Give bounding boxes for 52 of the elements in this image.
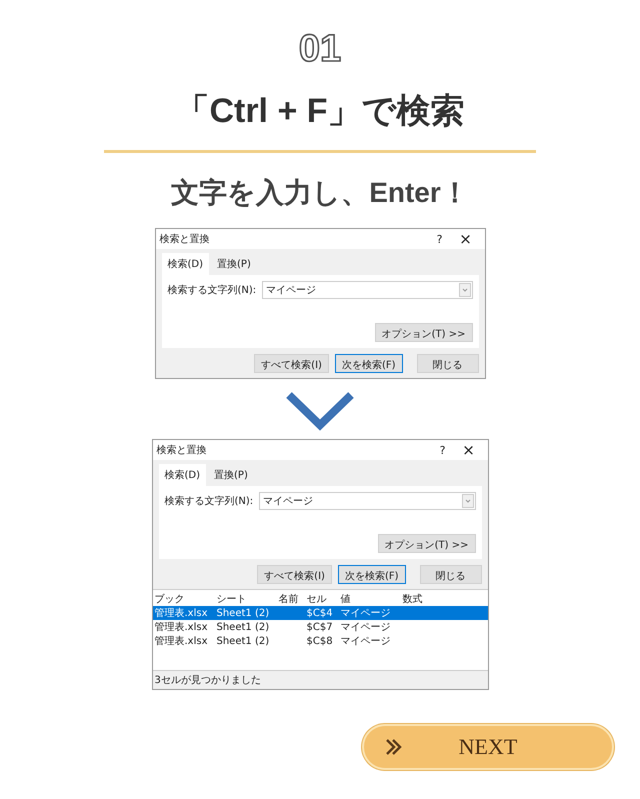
next-button[interactable]: NEXT [362, 724, 614, 770]
dropdown-icon[interactable] [458, 283, 470, 297]
table-cell: Sheet1 (2) [216, 622, 270, 632]
dialog-button[interactable]: 次を検索(F) [338, 565, 406, 584]
table-cell: マイページ [340, 608, 390, 619]
double-chevron-icon [384, 737, 404, 757]
dropdown-icon[interactable] [462, 494, 474, 508]
tab[interactable]: 置換(P) [208, 464, 254, 486]
table-cell: 管理表.xlsx [154, 636, 208, 647]
table-cell: マイページ [340, 622, 390, 633]
options-button[interactable]: オプション(T) >> [378, 534, 476, 553]
status-text: 3セルが見つかりました [152, 670, 488, 689]
help-button[interactable]: ? [430, 444, 456, 456]
result-row[interactable]: 管理表.xlsx Sheet1 (2) $C$8 マイページ [152, 634, 488, 648]
dialog-button[interactable]: 閉じる [420, 565, 482, 584]
column-header: シート [216, 593, 248, 606]
close-button[interactable]: × [456, 441, 482, 459]
table-cell: Sheet1 (2) [216, 608, 270, 618]
help-button[interactable]: ? [426, 232, 452, 246]
slide-subtitle: 文字を入力し、Enter！ [171, 176, 469, 210]
table-cell: 管理表.xlsx [154, 622, 208, 633]
field-label: 検索する文字列(N): [164, 494, 254, 508]
step-number: 01 [298, 28, 342, 70]
tab[interactable]: 置換(P) [211, 253, 257, 275]
tab[interactable]: 検索(D) [158, 464, 206, 486]
table-cell: 管理表.xlsx [154, 608, 208, 619]
column-header: セル [306, 593, 328, 606]
slide-title: 「Ctrl + F」で検索 [175, 91, 465, 132]
close-button[interactable]: × [452, 230, 478, 248]
result-row[interactable]: 管理表.xlsx Sheet1 (2) $C$7 マイページ [152, 620, 488, 634]
dialog-button[interactable]: 閉じる [416, 354, 478, 373]
result-row[interactable]: 管理表.xlsx Sheet1 (2) $C$4 マイページ [152, 606, 488, 620]
table-cell: マイページ [340, 636, 390, 647]
column-header: 値 [340, 593, 352, 606]
dialog-button[interactable]: すべて検索(I) [254, 354, 329, 373]
dialog-title: 検索と置換 [156, 444, 206, 457]
table-cell: $C$7 [306, 622, 333, 632]
dialog-button[interactable]: すべて検索(I) [257, 565, 332, 584]
table-cell: Sheet1 (2) [216, 636, 270, 646]
dialog-button[interactable]: 次を検索(F) [334, 354, 402, 373]
table-cell: $C$8 [306, 636, 333, 646]
column-header: 名前 [278, 593, 300, 606]
column-header: 数式 [402, 592, 424, 606]
dialog-title: 検索と置換 [160, 232, 210, 246]
chevron-down-icon [285, 391, 355, 431]
table-cell: $C$4 [306, 608, 333, 618]
search-field[interactable]: マイページ [262, 281, 472, 299]
options-button[interactable]: オプション(T) >> [374, 323, 472, 342]
field-label: 検索する文字列(N): [168, 284, 256, 297]
column-header: ブック [154, 592, 186, 606]
search-field[interactable]: マイページ [259, 492, 476, 510]
tab[interactable]: 検索(D) [162, 253, 210, 275]
